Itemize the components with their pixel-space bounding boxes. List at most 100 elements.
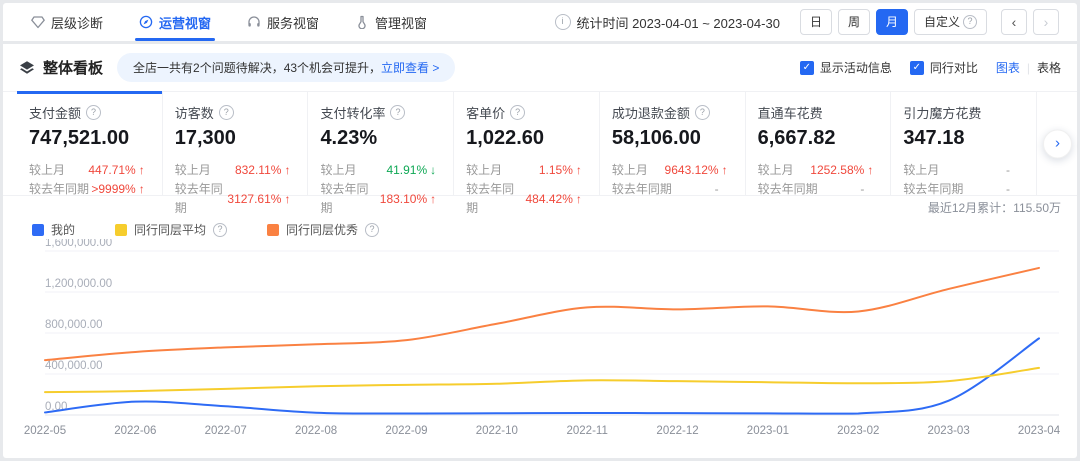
yoy-label: 较去年同期 (612, 180, 672, 199)
trend-arrow-icon: ↑ (573, 190, 585, 209)
metric-title: 成功退款金额 (612, 103, 690, 122)
metric-card-ztc-spend[interactable]: 直通车花费 6,667.82 较上月1252.58%↑ 较去年同期- (746, 92, 892, 195)
view-now-link[interactable]: 立即查看 > (381, 59, 439, 76)
info-icon[interactable]: ? (510, 105, 525, 120)
yoy-delta: >9999%↑ (91, 180, 147, 199)
metric-value: 6,667.82 (758, 127, 879, 150)
checkbox-checked-icon: ✓ (800, 61, 814, 75)
trend-arrow-icon: ↓ (427, 161, 439, 180)
yoy-delta: - (860, 180, 876, 199)
metric-card-refund-amount[interactable]: 成功退款金额? 58,106.00 较上月9643.12%↑ 较去年同期- (600, 92, 746, 195)
mom-delta: - (1006, 161, 1022, 180)
x-axis-tick-label: 2022-10 (476, 425, 518, 437)
legend-item-peer-average[interactable]: 同行同层平均 ? (115, 221, 227, 238)
metric-cards-row: 支付金额? 747,521.00 较上月447.71%↑ 较去年同期>9999%… (3, 91, 1077, 196)
help-icon: ? (963, 15, 977, 29)
metric-value: 1,022.60 (466, 127, 587, 150)
mom-delta: 1.15%↑ (539, 161, 585, 180)
board-title-text: 整体看板 (43, 57, 103, 78)
legend-label: 我的 (51, 221, 75, 238)
peer-compare-checkbox[interactable]: ✓ 同行对比 (910, 59, 978, 76)
mom-label: 较上月 (175, 161, 211, 180)
trend-arrow-icon: ↑ (281, 161, 293, 180)
view-mode-separator: | (1027, 61, 1030, 75)
metric-value: 17,300 (175, 127, 296, 150)
x-axis-tick-label: 2022-09 (385, 425, 427, 437)
x-axis-tick-label: 2022-11 (567, 425, 608, 437)
x-axis-tick-label: 2023-02 (837, 425, 879, 437)
mom-delta: 447.71%↑ (88, 161, 147, 180)
period-pager: ‹ › (1001, 9, 1059, 35)
prev-period-button[interactable]: ‹ (1001, 9, 1027, 35)
info-icon[interactable]: ? (365, 223, 379, 237)
show-activity-checkbox[interactable]: ✓ 显示活动信息 (800, 59, 892, 76)
next-period-button[interactable]: › (1033, 9, 1059, 35)
metric-card-avg-order-value[interactable]: 客单价? 1,022.60 较上月1.15%↑ 较去年同期484.42%↑ (454, 92, 600, 195)
topbar-controls: i 统计时间 2023-04-01 ~ 2023-04-30 日 周 月 自定义… (555, 9, 1060, 35)
metric-title: 直通车花费 (758, 103, 823, 122)
tab-level-diagnosis[interactable]: 层级诊断 (31, 3, 103, 41)
mom-label: 较上月 (466, 161, 502, 180)
info-icon[interactable]: ? (695, 105, 710, 120)
range-button-custom[interactable]: 自定义? (914, 9, 987, 35)
legend-label: 同行同层优秀 (286, 221, 358, 238)
info-icon[interactable]: ? (390, 105, 405, 120)
trend-chart-section: 最近12月累计：115.50万 我的 同行同层平均 ? 同行同层优秀 ? 0.0… (3, 196, 1077, 454)
x-axis-tick-label: 2022-12 (656, 425, 698, 437)
checkbox-label: 同行对比 (930, 59, 978, 76)
layers-icon (19, 60, 35, 76)
cards-next-button[interactable]: › (1043, 129, 1072, 158)
mom-delta: 1252.58%↑ (810, 161, 876, 180)
top-navigation-bar: 层级诊断 运营视窗 服务视窗 管理视窗 (3, 3, 1077, 41)
y-axis-tick-label: 800,000.00 (45, 319, 103, 331)
view-mode-chart[interactable]: 图表 (996, 59, 1020, 76)
board-title: 整体看板 (19, 57, 103, 78)
info-icon[interactable]: ? (86, 105, 101, 120)
range-button-month[interactable]: 月 (876, 9, 908, 35)
view-mode-switch: 图表 | 表格 (996, 59, 1061, 76)
yoy-delta: 183.10%↑ (380, 190, 439, 209)
trend-arrow-icon: ↑ (719, 161, 731, 180)
metric-value: 4.23% (320, 127, 441, 150)
yoy-delta: 484.42%↑ (526, 190, 585, 209)
tab-management-view[interactable]: 管理视窗 (355, 3, 427, 41)
stat-time-label: 统计时间 2023-04-01 ~ 2023-04-30 (577, 13, 780, 32)
metric-card-payment-amount[interactable]: 支付金额? 747,521.00 较上月447.71%↑ 较去年同期>9999%… (17, 92, 163, 195)
metric-card-conversion-rate[interactable]: 支付转化率? 4.23% 较上月41.91%↓ 较去年同期183.10%↑ (308, 92, 454, 195)
legend-item-peer-top[interactable]: 同行同层优秀 ? (267, 221, 379, 238)
tab-label: 管理视窗 (375, 13, 427, 32)
yoy-delta: 3127.61%↑ (227, 190, 293, 209)
y-axis-tick-label: 1,600,000.00 (45, 239, 112, 249)
mom-label: 较上月 (612, 161, 648, 180)
mom-label: 较上月 (903, 161, 939, 180)
yoy-label: 较去年同期 (903, 180, 963, 199)
trend-arrow-icon: ↑ (864, 161, 876, 180)
x-axis-tick-label: 2022-05 (24, 425, 66, 437)
y-axis-tick-label: 1,200,000.00 (45, 278, 112, 290)
tab-operations-view[interactable]: 运营视窗 (139, 3, 211, 41)
metric-card-visitors[interactable]: 访客数? 17,300 较上月832.11%↑ 较去年同期3127.61%↑ (163, 92, 309, 195)
metric-title: 支付转化率 (320, 103, 385, 122)
legend-swatch (267, 224, 279, 236)
y-axis-tick-label: 400,000.00 (45, 360, 103, 372)
tab-service-view[interactable]: 服务视窗 (247, 3, 319, 41)
x-axis-tick-label: 2023-03 (928, 425, 970, 437)
trend-line-chart[interactable]: 0.00400,000.00800,000.001,200,000.001,60… (19, 239, 1065, 449)
legend-swatch (32, 224, 44, 236)
problems-notice: 全店一共有2个问题待解决，43个机会可提升， 立即查看 > (117, 53, 455, 82)
dashboard-panel: 整体看板 全店一共有2个问题待解决，43个机会可提升， 立即查看 > ✓ 显示活… (3, 44, 1077, 458)
metric-value: 347.18 (903, 127, 1024, 150)
yoy-label: 较去年同期 (175, 180, 228, 218)
range-button-week[interactable]: 周 (838, 9, 870, 35)
metric-card-ylmf-spend[interactable]: 引力魔方花费 347.18 较上月- 较去年同期- (891, 92, 1037, 195)
range-button-day[interactable]: 日 (800, 9, 832, 35)
info-icon[interactable]: ? (219, 105, 234, 120)
view-mode-table[interactable]: 表格 (1037, 59, 1061, 76)
info-icon[interactable]: i (555, 14, 571, 30)
chart-legend: 我的 同行同层平均 ? 同行同层优秀 ? (32, 220, 1061, 239)
mom-delta: 41.91%↓ (386, 161, 439, 180)
legend-item-mine[interactable]: 我的 (32, 221, 75, 238)
info-icon[interactable]: ? (213, 223, 227, 237)
tab-label: 层级诊断 (51, 13, 103, 32)
x-axis-tick-label: 2023-01 (747, 425, 789, 437)
